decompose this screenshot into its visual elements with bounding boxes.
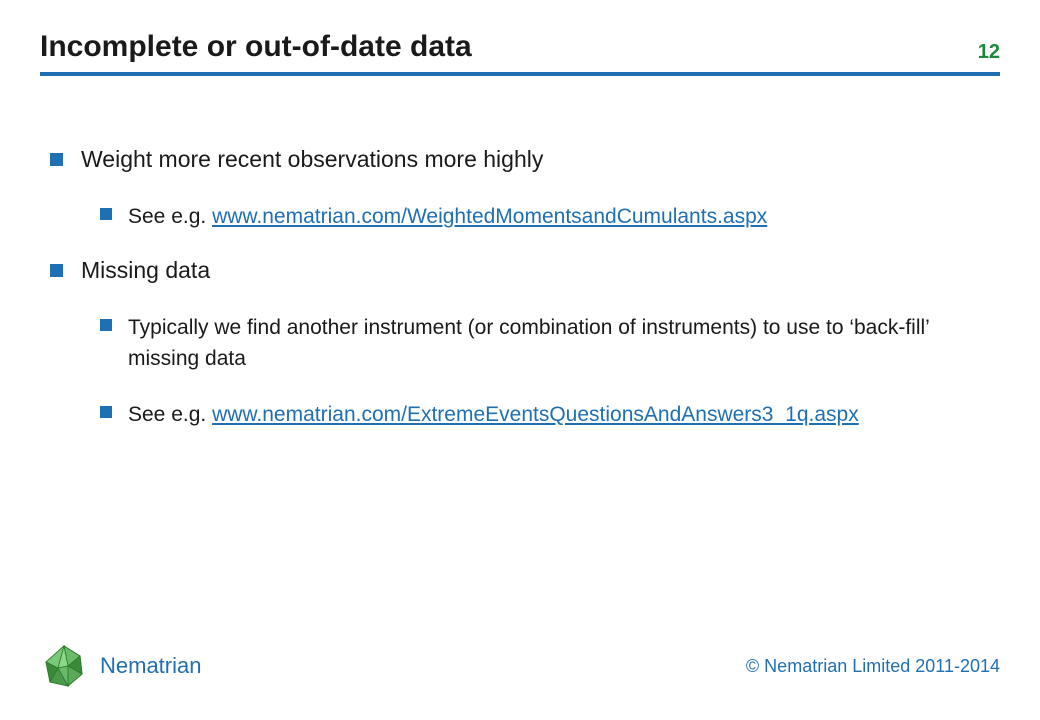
nematrian-logo-icon [40, 642, 88, 690]
bullet-text: Weight more recent observations more hig… [81, 146, 1000, 173]
slide-footer: Nematrian © Nematrian Limited 2011-2014 [40, 642, 1000, 700]
bullet-square-icon [50, 264, 63, 277]
bullet-square-icon [100, 406, 112, 418]
bullet-item: Typically we find another instrument (or… [100, 312, 1000, 375]
bullet-prefix: See e.g. [128, 403, 212, 426]
link-extreme-events[interactable]: www.nematrian.com/ExtremeEventsQuestions… [212, 403, 859, 426]
footer-left: Nematrian [40, 642, 201, 690]
bullet-square-icon [100, 208, 112, 220]
bullet-item: Weight more recent observations more hig… [50, 146, 1000, 173]
bullet-item: See e.g. www.nematrian.com/WeightedMomen… [100, 201, 1000, 233]
bullet-square-icon [100, 319, 112, 331]
bullet-item: Missing data [50, 257, 1000, 284]
copyright-text: © Nematrian Limited 2011-2014 [746, 656, 1000, 677]
bullet-item: See e.g. www.nematrian.com/ExtremeEvents… [100, 399, 1000, 431]
slide-header: Incomplete or out-of-date data 12 [40, 30, 1000, 76]
slide-content: Weight more recent observations more hig… [40, 76, 1000, 642]
bullet-square-icon [50, 153, 63, 166]
bullet-text: Typically we find another instrument (or… [128, 312, 1000, 375]
slide-title: Incomplete or out-of-date data [40, 30, 472, 64]
page-number: 12 [978, 41, 1000, 64]
bullet-prefix: See e.g. [128, 205, 212, 228]
bullet-text: See e.g. www.nematrian.com/WeightedMomen… [128, 201, 1000, 233]
company-name: Nematrian [100, 653, 201, 679]
bullet-text: See e.g. www.nematrian.com/ExtremeEvents… [128, 399, 1000, 431]
slide-container: Incomplete or out-of-date data 12 Weight… [0, 0, 1040, 720]
bullet-text: Missing data [81, 257, 1000, 284]
link-weighted-moments[interactable]: www.nematrian.com/WeightedMomentsandCumu… [212, 205, 767, 228]
